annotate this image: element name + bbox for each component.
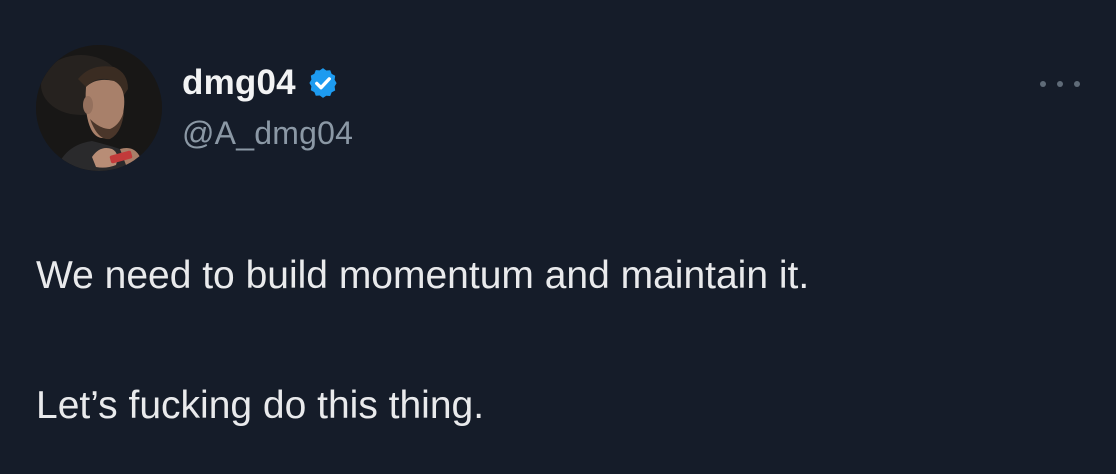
- more-dot: [1074, 81, 1080, 87]
- more-dot: [1057, 81, 1063, 87]
- author-handle[interactable]: @A_dmg04: [182, 113, 353, 153]
- tweet-card: dmg04 @A_dmg04 We need to build momentum…: [0, 0, 1116, 474]
- avatar-photo-icon: [36, 45, 162, 171]
- author-name-row: dmg04: [182, 62, 340, 104]
- author-display-name[interactable]: dmg04: [182, 62, 296, 104]
- more-dots-icon[interactable]: [1040, 74, 1080, 94]
- verified-badge-icon: [306, 66, 340, 100]
- tweet-text-line: We need to build momentum and maintain i…: [36, 254, 810, 297]
- more-dot: [1040, 81, 1046, 87]
- author-avatar[interactable]: [36, 45, 162, 171]
- tweet-text-line: Let’s fucking do this thing.: [36, 384, 485, 427]
